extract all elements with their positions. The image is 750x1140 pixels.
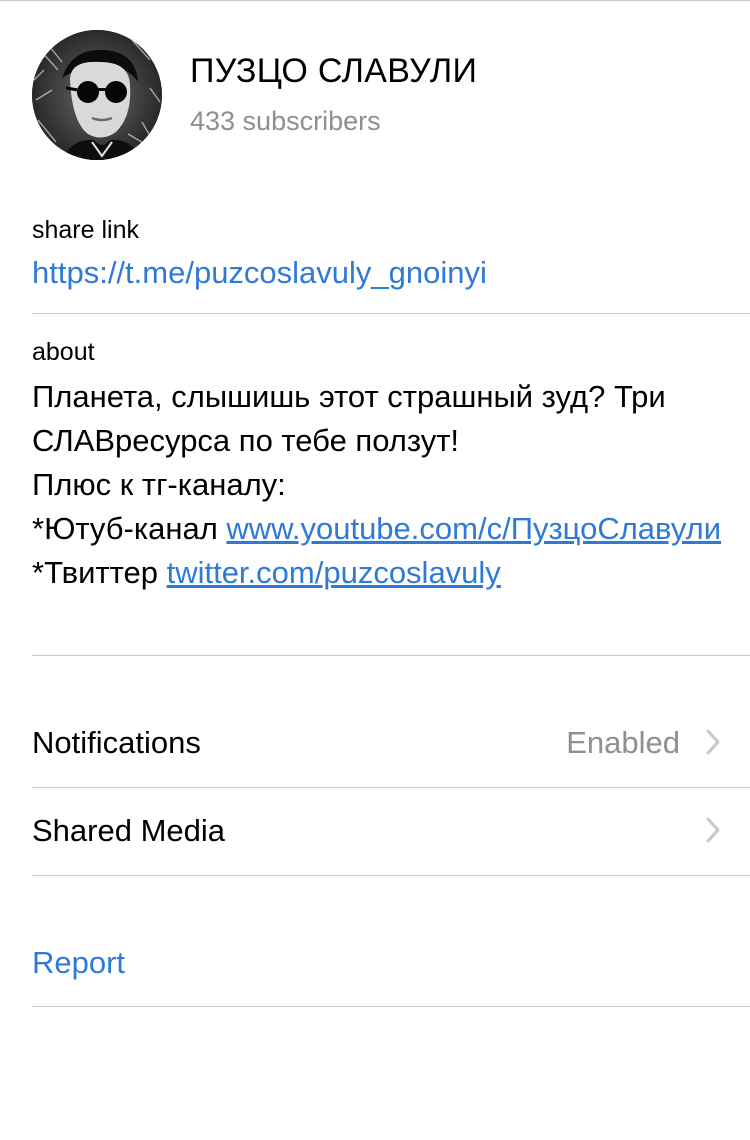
avatar-image [32, 30, 162, 160]
separator [32, 655, 750, 656]
channel-title: ПУЗЦО СЛАВУЛИ [190, 52, 478, 90]
youtube-link[interactable]: www.youtube.com/c/ПузцоСлавули [226, 511, 721, 546]
separator [32, 313, 750, 314]
report-button[interactable]: Report [32, 920, 750, 1006]
notifications-row[interactable]: Notifications Enabled [32, 699, 750, 787]
share-link-label: share link [32, 216, 139, 244]
separator [32, 1006, 750, 1007]
about-text: Планета, слышишь этот страшный зуд? Три … [32, 375, 750, 595]
about-line-2: Плюс к тг-каналу: [32, 467, 286, 502]
channel-header: ПУЗЦО СЛАВУЛИ 433 subscribers [32, 30, 732, 162]
shared-media-label: Shared Media [32, 813, 226, 848]
notifications-status: Enabled [566, 725, 680, 760]
notifications-label: Notifications [32, 725, 201, 760]
about-label: about [32, 338, 95, 366]
top-separator [0, 0, 750, 1]
channel-avatar[interactable] [32, 30, 162, 160]
share-link-url[interactable]: https://t.me/puzcoslavuly_gnoinyi [32, 255, 750, 291]
about-section: about Планета, слышишь этот страшный зуд… [32, 337, 750, 595]
about-line-1: Планета, слышишь этот страшный зуд? Три … [32, 379, 666, 458]
youtube-prefix: *Ютуб-канал [32, 511, 227, 546]
subscriber-count: 433 subscribers [190, 106, 381, 136]
separator [32, 875, 750, 876]
share-link-section: share link https://t.me/puzcoslavuly_gno… [32, 215, 750, 291]
shared-media-row[interactable]: Shared Media [32, 787, 750, 875]
chevron-right-icon [706, 817, 720, 843]
twitter-link[interactable]: twitter.com/puzcoslavuly [167, 555, 501, 590]
twitter-prefix: *Твиттер [32, 555, 167, 590]
chevron-right-icon [706, 729, 720, 755]
